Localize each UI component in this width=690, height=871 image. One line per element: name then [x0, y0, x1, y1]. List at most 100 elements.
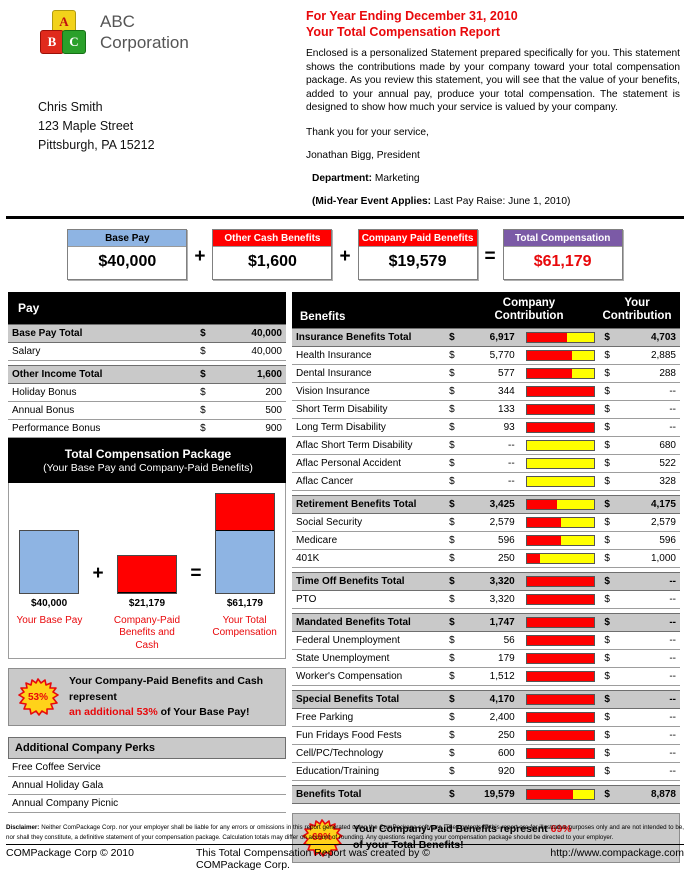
bar-track — [525, 403, 596, 415]
table-row: Aflac Personal Accident $ -- $522 — [292, 454, 680, 473]
currency-symbol: $ — [600, 744, 621, 763]
summary-caption: Other Cash Benefits — [213, 229, 332, 246]
bar-track — [525, 634, 596, 646]
table-row: Free Parking $2,400 $ -- — [292, 708, 680, 727]
table-row: Other Income Total $1,600 — [8, 364, 286, 384]
contribution-split-bar — [520, 513, 601, 532]
table-row: Social Security $2,579 $2,579 — [292, 513, 680, 532]
currency-symbol: $ — [600, 612, 621, 632]
currency-symbol: $ — [600, 400, 621, 419]
contribution-split-bar — [520, 590, 601, 609]
table-row: Performance Bonus $900 — [8, 419, 286, 438]
your-contribution-amount: -- — [620, 667, 680, 686]
midyear-label: (Mid-Year Event Applies: — [312, 195, 432, 207]
perks-table: Free Coffee Service Annual Holiday Gala An… — [8, 758, 286, 813]
summary-value: $40,000 — [68, 245, 187, 279]
bar-track — [525, 331, 596, 343]
currency-symbol: $ — [600, 436, 621, 455]
report-title: For Year Ending December 31, 2010 Your T… — [306, 8, 680, 40]
summary-value: $19,579 — [358, 245, 477, 279]
pay-row-label: Other Income Total — [8, 364, 197, 384]
pay-section-header: Pay — [8, 291, 286, 324]
currency-symbol: $ — [600, 513, 621, 532]
chart-column: $61,179 — [211, 492, 279, 609]
table-row: Mandated Benefits Total $1,747 $ -- — [292, 612, 680, 632]
currency-symbol: $ — [445, 346, 468, 365]
table-row: Insurance Benefits Total $6,917 $4,703 — [292, 327, 680, 347]
contribution-split-bar — [520, 549, 601, 568]
summary-box-other-cash-benefits: Other Cash Benefits $1,600 — [212, 228, 333, 280]
currency-symbol: $ — [445, 418, 468, 437]
contribution-split-bar — [520, 346, 601, 365]
bar-segment-employee — [526, 440, 595, 450]
chart-bar-value: $61,179 — [226, 597, 263, 609]
table-row: Holiday Bonus $200 — [8, 383, 286, 402]
table-row: Base Pay Total $40,000 — [8, 323, 286, 343]
list-item: Free Coffee Service — [8, 758, 286, 777]
contribution-split-bar — [520, 436, 601, 455]
bar-track — [525, 516, 596, 528]
benefit-label: Benefits Total — [292, 784, 446, 804]
list-item: Annual Holiday Gala — [8, 776, 286, 795]
currency-symbol: $ — [445, 382, 468, 401]
your-contribution-amount: 4,175 — [620, 494, 680, 514]
benefits-table: Insurance Benefits Total $6,917 $4,703 Heal… — [292, 327, 680, 804]
currency-symbol: $ — [600, 649, 621, 668]
bar-segment-company — [526, 422, 595, 432]
pay-row-amount: 40,000 — [212, 323, 286, 343]
your-contribution-line1: Your — [624, 296, 650, 309]
summary-box-total-compensation: Total Compensation $61,179 — [502, 228, 623, 280]
summary-caption: Base Pay — [68, 229, 187, 246]
bar-segment-company — [526, 712, 595, 722]
summary-equation: Base Pay $40,000 + Other Cash Benefits $… — [0, 228, 690, 280]
currency-symbol: $ — [445, 708, 468, 727]
bar-segment-company — [526, 617, 595, 627]
benefit-label: Retirement Benefits Total — [292, 494, 446, 514]
contribution-split-bar — [520, 631, 601, 650]
benefits-table-header: Benefits Company Contribution Your Contr… — [292, 291, 680, 328]
chart-column: $40,000 — [15, 529, 83, 609]
bar-segment-company — [526, 789, 574, 799]
bar-segment-company — [526, 694, 595, 704]
benefit-label: Aflac Personal Accident — [292, 454, 446, 473]
contribution-split-bar — [520, 418, 601, 437]
currency-symbol: $ — [445, 667, 468, 686]
bar-segment-company — [526, 766, 595, 776]
contribution-split-bar — [520, 689, 601, 709]
header-divider — [6, 215, 684, 219]
your-contribution-amount: -- — [620, 762, 680, 781]
benefit-label: Vision Insurance — [292, 382, 446, 401]
starburst-icon: 53% — [17, 678, 59, 716]
bar-track — [525, 575, 596, 587]
summary-value: $1,600 — [213, 245, 332, 279]
currency-symbol: $ — [445, 327, 468, 347]
bar-track — [525, 593, 596, 605]
thank-you-line: Thank you for your service, — [306, 126, 429, 138]
company-contribution-amount: 4,170 — [467, 689, 521, 709]
footer-url[interactable]: http://www.compackage.com — [494, 847, 684, 871]
badge-percent: 53% — [27, 691, 48, 703]
benefit-label: Education/Training — [292, 762, 446, 781]
bar-segment-employee — [572, 368, 595, 378]
pay-row-amount: 500 — [212, 401, 286, 420]
benefits-col-label: Benefits — [300, 310, 346, 323]
report-footer: Disclaimer: Neither ComPackage Corp. nor… — [0, 823, 690, 871]
block-c-icon: C — [62, 30, 86, 54]
bar-track — [525, 693, 596, 705]
plus-operator-1: + — [194, 246, 206, 268]
currency-symbol: $ — [445, 513, 468, 532]
currency-symbol: $ — [600, 667, 621, 686]
disclaimer: Disclaimer: Neither ComPackage Corp. nor… — [6, 823, 684, 844]
badge-line2-post: of Your Base Pay! — [157, 705, 250, 718]
summary-value: $61,179 — [503, 245, 622, 279]
currency-symbol: $ — [445, 762, 468, 781]
table-row: Cell/PC/Technology $600 $ -- — [292, 744, 680, 763]
your-contribution-amount: -- — [620, 418, 680, 437]
your-contribution-amount: -- — [620, 382, 680, 401]
bar-track — [525, 747, 596, 759]
table-row: Time Off Benefits Total $3,320 $ -- — [292, 571, 680, 591]
chart-bar — [19, 529, 80, 594]
footer-line: COMPackage Corp © 2010 This Total Compen… — [6, 844, 684, 871]
pay-row-label: Performance Bonus — [8, 419, 197, 438]
bar-track — [525, 498, 596, 510]
